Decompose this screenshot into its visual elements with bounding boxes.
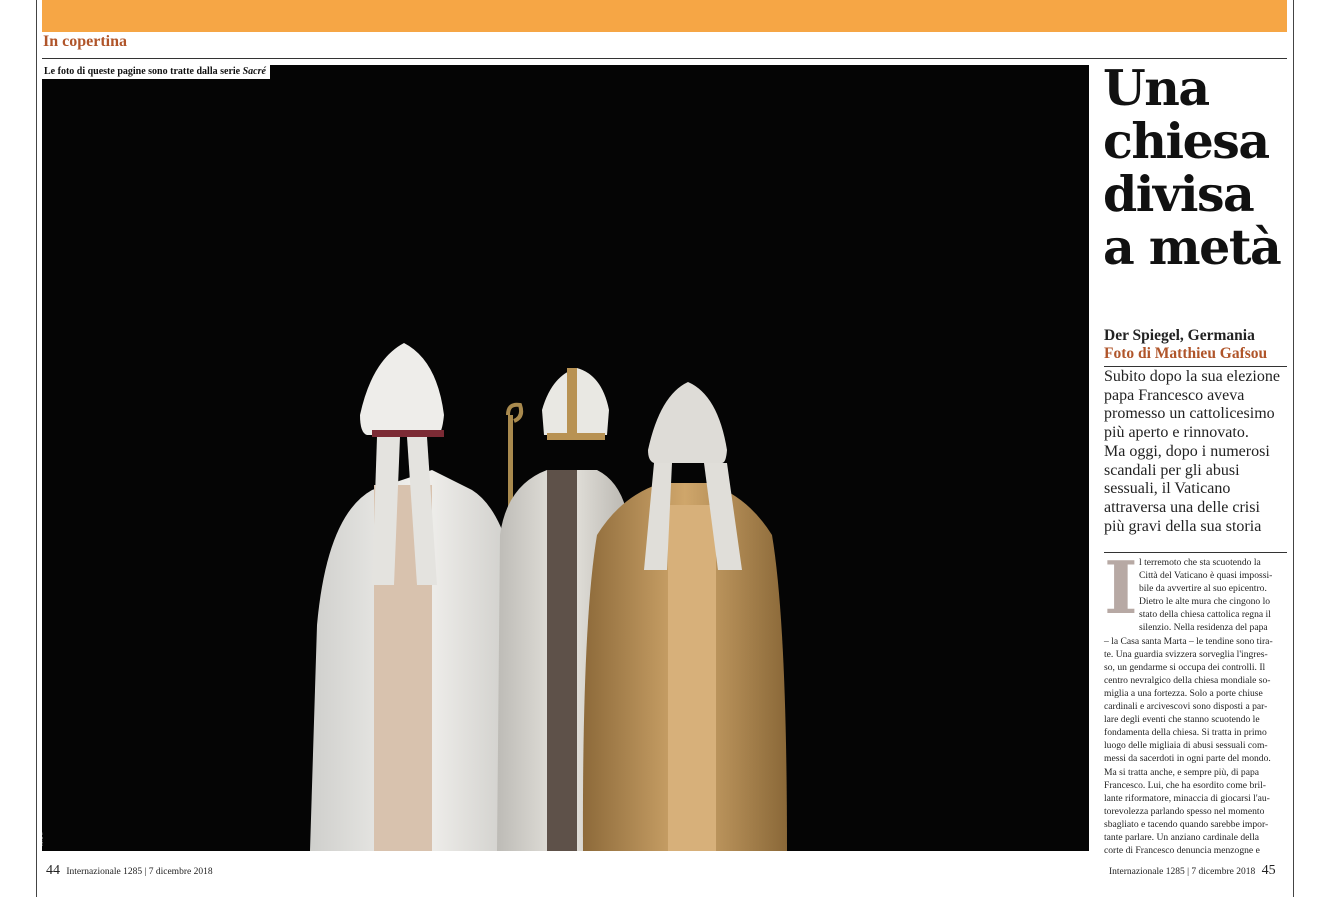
body-line: lante riformatore, minaccia di giocarsi …	[1104, 792, 1270, 804]
section-rule	[42, 58, 1287, 59]
intro-line: papa Francesco aveva	[1104, 386, 1245, 404]
body-line: te. Una guardia svizzera sorveglia l'ing…	[1104, 648, 1268, 660]
body-line: stato della chiesa cattolica regna il	[1139, 609, 1271, 621]
body-line: silenzio. Nella residenza del papa	[1139, 622, 1268, 634]
page-fold-left	[36, 0, 37, 897]
body-line: l terremoto che sta scuotendo la	[1139, 557, 1261, 568]
body-line: messi da sacerdoti in ogni parte del mon…	[1104, 753, 1271, 765]
bishops-illustration	[42, 65, 1089, 851]
article-intro: Subito dopo la sua elezione papa Frances…	[1104, 368, 1294, 536]
footer-date: 7 dicembre 2018	[1191, 867, 1256, 877]
article-headline: Una chiesa divisa a metà	[1103, 62, 1293, 274]
intro-line: scandali per gli abusi	[1104, 461, 1240, 479]
body-line: Città del Vaticano è quasi impossi-	[1139, 570, 1273, 582]
body-line: centro nevralgico della chiesa mondiale …	[1104, 674, 1271, 686]
section-color-bar	[42, 0, 1287, 32]
headline-line: a metà	[1103, 218, 1282, 276]
body-line: torevolezza parlando spesso nel momento	[1104, 805, 1265, 817]
headline-line: chiesa	[1103, 112, 1270, 170]
intro-line: più aperto e rinnovato.	[1104, 424, 1249, 442]
footer-left: 44 Internazionale 1285 | 7 dicembre 2018	[42, 863, 213, 879]
section-label: In copertina	[43, 33, 127, 50]
article-body: l terremoto che sta scuotendo la Città d…	[1104, 556, 1289, 857]
intro-rule	[1104, 366, 1287, 367]
body-line: Ma si tratta anche, e sempre più, di pap…	[1104, 766, 1260, 778]
body-line: tante parlare. Un anziano cardinale dell…	[1104, 831, 1260, 843]
footer-right: Internazionale 1285 | 7 dicembre 2018 45	[1109, 863, 1280, 879]
body-line: Dietro le alte mura che cingono lo	[1139, 596, 1271, 608]
body-line: luogo delle migliaia di abusi sessuali c…	[1104, 740, 1268, 752]
headline-line: Una	[1103, 59, 1210, 117]
photo-side-id: MAPS	[42, 832, 45, 846]
intro-line: Ma oggi, dopo i numerosi	[1104, 442, 1270, 460]
headline-line: divisa	[1103, 165, 1255, 223]
intro-line: attraversa una delle crisi	[1104, 498, 1260, 516]
footer-magazine: Internazionale 1285	[1109, 867, 1185, 877]
intro-line: Subito dopo la sua elezione	[1104, 368, 1280, 385]
footer-magazine: Internazionale 1285	[66, 867, 143, 877]
body-line: sbagliato e tacendo quando sarebbe impor…	[1104, 818, 1269, 830]
body-line: lare degli eventi che stanno scuotendo l…	[1104, 714, 1260, 726]
footer-separator: |	[1187, 867, 1189, 877]
body-line: – la Casa santa Marta – le tendine sono …	[1104, 635, 1273, 647]
intro-line: promesso un cattolicesimo	[1104, 405, 1275, 423]
footer-separator: |	[144, 867, 147, 877]
body-line: so, un gendarme si occupa dei controlli.…	[1104, 661, 1266, 673]
photo-caption: Le foto di queste pagine sono tratte dal…	[42, 65, 270, 79]
intro-line: più gravi della sua storia	[1104, 517, 1262, 535]
body-line: cardinali e arcivescovi sono disposti a …	[1104, 701, 1268, 713]
cover-photo: Le foto di queste pagine sono tratte dal…	[42, 65, 1089, 851]
body-line: corte di Francesco denuncia menzogne e	[1104, 845, 1260, 857]
body-line: bile da avvertire al suo epicentro.	[1139, 583, 1267, 595]
body-line: Francesco. Lui, che ha esordito come bri…	[1104, 779, 1266, 791]
body-line: fondamenta della chiesa. Si tratta in pr…	[1104, 727, 1267, 739]
photo-caption-series: Sacré	[242, 66, 266, 77]
photo-caption-text: Le foto di queste pagine sono tratte dal…	[44, 66, 243, 77]
body-line: miglia a una fortezza. Solo a porte chiu…	[1104, 687, 1263, 699]
article-source: Der Spiegel, Germania	[1104, 327, 1255, 344]
page-number-left: 44	[46, 863, 60, 878]
footer-date: 7 dicembre 2018	[148, 867, 213, 877]
page-number-right: 45	[1261, 863, 1276, 878]
intro-line: sessuali, il Vaticano	[1104, 480, 1231, 498]
photo-credit: Foto di Matthieu Gafsou	[1104, 345, 1268, 362]
